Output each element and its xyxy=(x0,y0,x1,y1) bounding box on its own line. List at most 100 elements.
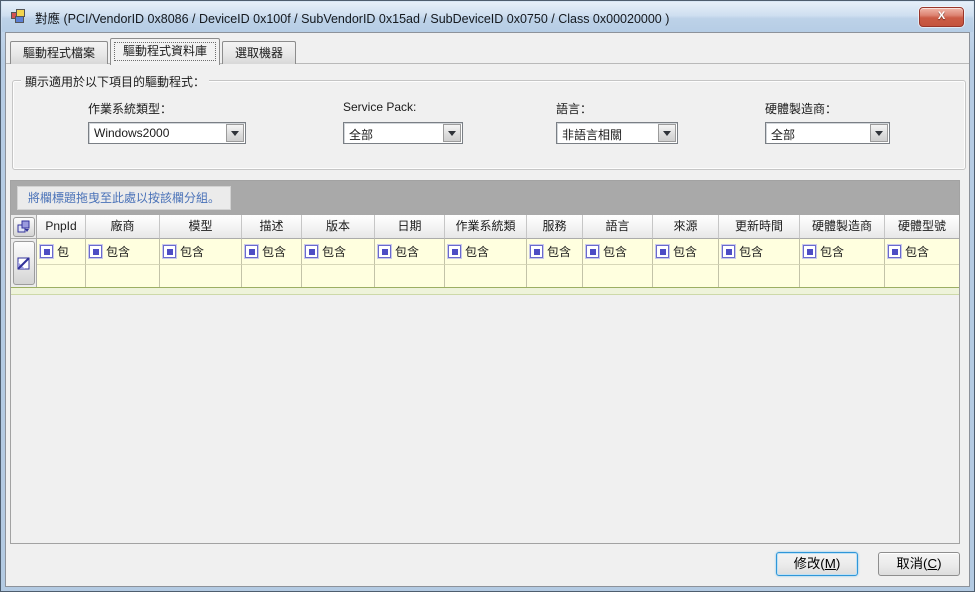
hw-vendor-dropdown-button[interactable] xyxy=(870,124,888,142)
filter-edit-cell[interactable] xyxy=(302,264,375,287)
column-header-vendor[interactable]: 廠商 xyxy=(86,215,160,239)
filter-edit-cell[interactable] xyxy=(445,264,527,287)
indicator-filter-cell xyxy=(11,239,36,287)
filter-condition-icon[interactable] xyxy=(803,245,816,258)
label-mnemonic: M xyxy=(825,556,836,571)
service-pack-value: 全部 xyxy=(349,126,440,143)
label-part: ) xyxy=(937,556,941,571)
column-customize-button[interactable] xyxy=(13,217,35,237)
filter-cell-label: 包含 xyxy=(673,243,697,260)
tab-strip: 驅動程式檔案 驅動程式資料庫 選取機器 xyxy=(10,37,298,64)
grid-columns-area: PnpId 廠商 模型 描述 版本 日期 作業系統類 服務 語言 來源 更新時間… xyxy=(37,215,959,287)
column-header-hw-vendor[interactable]: 硬體製造商 xyxy=(800,215,885,239)
filter-cell-label: 包含 xyxy=(603,243,627,260)
filter-condition-icon[interactable] xyxy=(40,245,53,258)
grid-empty-area xyxy=(11,295,959,543)
title-bar: 對應 (PCI/VendorID 0x8086 / DeviceID 0x100… xyxy=(2,2,973,32)
group-by-panel: 將欄標題拖曳至此處以按該欄分組。 xyxy=(11,181,959,215)
filter-edit-cell[interactable] xyxy=(37,264,86,287)
cancel-button[interactable]: 取消(C) xyxy=(878,552,960,576)
service-pack-label: Service Pack: xyxy=(343,100,416,114)
filter-condition-icon[interactable] xyxy=(245,245,258,258)
filter-cell-label: 包含 xyxy=(322,243,346,260)
filter-edit-cell[interactable] xyxy=(719,264,800,287)
filter-edit-cell[interactable] xyxy=(375,264,445,287)
close-icon: X xyxy=(938,10,945,22)
filter-cell-date[interactable]: 包含 xyxy=(375,239,445,264)
filter-edit-cell[interactable] xyxy=(653,264,719,287)
filter-cell-service[interactable]: 包含 xyxy=(527,239,583,264)
filter-cell-update-time[interactable]: 包含 xyxy=(719,239,800,264)
label-part: 修改( xyxy=(794,556,825,571)
filter-condition-icon[interactable] xyxy=(305,245,318,258)
filter-condition-icon[interactable] xyxy=(448,245,461,258)
filter-cell-label: 包含 xyxy=(905,243,929,260)
column-header-model[interactable]: 模型 xyxy=(160,215,242,239)
column-header-description[interactable]: 描述 xyxy=(242,215,302,239)
hw-vendor-label: 硬體製造商： xyxy=(765,100,837,117)
filter-cell-hw-model[interactable]: 包含 xyxy=(885,239,959,264)
filter-cell-vendor[interactable]: 包含 xyxy=(86,239,160,264)
filter-cell-language[interactable]: 包含 xyxy=(583,239,653,264)
filter-edit-cell[interactable] xyxy=(885,264,959,287)
language-value: 非語言相關 xyxy=(562,126,655,143)
filter-cell-model[interactable]: 包含 xyxy=(160,239,242,264)
filter-cell-label: 包含 xyxy=(465,243,489,260)
column-header-language[interactable]: 語言 xyxy=(583,215,653,239)
column-header-os-type[interactable]: 作業系統類 xyxy=(445,215,527,239)
language-dropdown-button[interactable] xyxy=(658,124,676,142)
tab-driver-database[interactable]: 驅動程式資料庫 xyxy=(110,38,220,65)
filter-cell-version[interactable]: 包含 xyxy=(302,239,375,264)
filter-cell-hw-vendor[interactable]: 包含 xyxy=(800,239,885,264)
column-header-update-time[interactable]: 更新時間 xyxy=(719,215,800,239)
filter-cell-label: 包含 xyxy=(180,243,204,260)
label-mnemonic: C xyxy=(928,556,938,571)
filter-edit-cell[interactable] xyxy=(86,264,160,287)
filter-condition-icon[interactable] xyxy=(888,245,901,258)
group-by-hint: 將欄標題拖曳至此處以按該欄分組。 xyxy=(17,186,231,210)
filter-condition-icon[interactable] xyxy=(378,245,391,258)
filter-cell-label: 包含 xyxy=(820,243,844,260)
filter-edit-cell[interactable] xyxy=(160,264,242,287)
column-header-row: PnpId 廠商 模型 描述 版本 日期 作業系統類 服務 語言 來源 更新時間… xyxy=(37,215,959,239)
column-header-service[interactable]: 服務 xyxy=(527,215,583,239)
column-header-date[interactable]: 日期 xyxy=(375,215,445,239)
filter-edit-cell[interactable] xyxy=(527,264,583,287)
filter-condition-icon[interactable] xyxy=(586,245,599,258)
language-label: 語言： xyxy=(556,100,592,117)
filter-cell-source[interactable]: 包含 xyxy=(653,239,719,264)
tab-select-machine[interactable]: 選取機器 xyxy=(222,41,296,64)
filter-condition-icon[interactable] xyxy=(722,245,735,258)
close-button[interactable]: X xyxy=(919,7,964,27)
column-header-pnpid[interactable]: PnpId xyxy=(37,215,86,239)
filter-cell-os-type[interactable]: 包含 xyxy=(445,239,527,264)
app-icon[interactable] xyxy=(11,9,27,25)
filter-condition-icon[interactable] xyxy=(89,245,102,258)
filter-cell-description[interactable]: 包含 xyxy=(242,239,302,264)
filter-edit-cell[interactable] xyxy=(800,264,885,287)
filter-condition-icon[interactable] xyxy=(530,245,543,258)
filter-condition-icon[interactable] xyxy=(656,245,669,258)
hw-vendor-select[interactable]: 全部 xyxy=(765,122,890,144)
filter-edit-cell[interactable] xyxy=(583,264,653,287)
language-select[interactable]: 非語言相關 xyxy=(556,122,678,144)
groupbox-heading: 顯示適用於以下項目的驅動程式： xyxy=(21,73,209,90)
tab-driver-files[interactable]: 驅動程式檔案 xyxy=(10,41,108,64)
label-part: 取消( xyxy=(896,556,927,571)
filter-edit-cell[interactable] xyxy=(242,264,302,287)
filter-cell-label: 包含 xyxy=(739,243,763,260)
service-pack-select[interactable]: 全部 xyxy=(343,122,463,144)
service-pack-dropdown-button[interactable] xyxy=(443,124,461,142)
column-header-source[interactable]: 來源 xyxy=(653,215,719,239)
os-type-select[interactable]: Windows2000 xyxy=(88,122,246,144)
chevron-down-icon xyxy=(231,131,239,136)
filter-condition-icon[interactable] xyxy=(163,245,176,258)
column-header-hw-model[interactable]: 硬體型號 xyxy=(885,215,959,239)
modify-button[interactable]: 修改(M) xyxy=(776,552,858,576)
column-header-version[interactable]: 版本 xyxy=(302,215,375,239)
filter-cell-pnpid[interactable]: 包 xyxy=(37,239,86,264)
os-type-dropdown-button[interactable] xyxy=(226,124,244,142)
edit-filter-button[interactable] xyxy=(13,241,35,285)
dialog-client-area: 驅動程式檔案 驅動程式資料庫 選取機器 顯示適用於以下項目的驅動程式： 作業系統… xyxy=(5,32,970,587)
tab-label: 驅動程式檔案 xyxy=(23,46,95,60)
